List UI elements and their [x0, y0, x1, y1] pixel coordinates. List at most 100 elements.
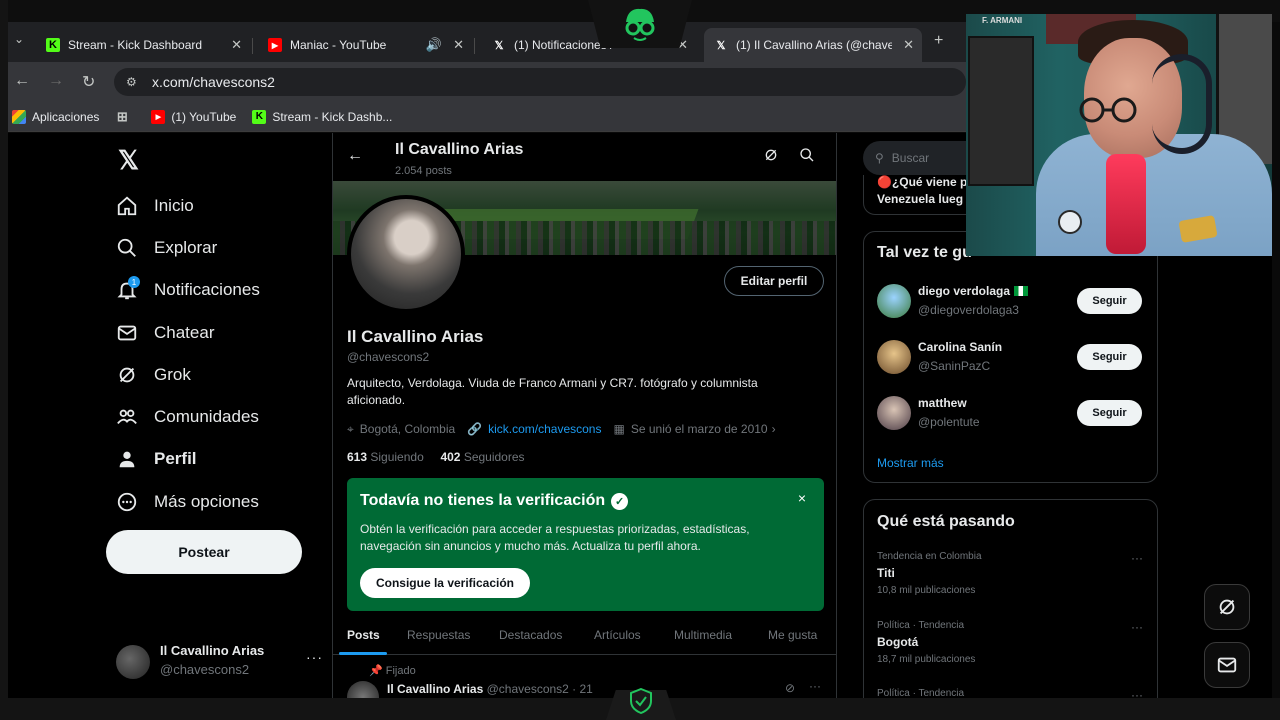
- url-input[interactable]: ⚙ x.com/chavescons2: [114, 68, 966, 96]
- bookmarks-bar: Aplicaciones ⊞ ▶ (1) YouTube K Stream - …: [8, 102, 966, 132]
- avatar: [116, 645, 150, 679]
- reload-icon[interactable]: ↻: [82, 72, 95, 92]
- shirt-badge: [1058, 210, 1082, 234]
- sidebar-item-mas-opciones[interactable]: Más opciones: [116, 487, 259, 517]
- follow-suggestion[interactable]: diego verdolaga @diegoverdolaga3 Seguir: [877, 282, 1147, 322]
- profile-header: ← Il Cavallino Arias 2.054 posts: [333, 133, 836, 181]
- account-more-icon[interactable]: ···: [306, 649, 323, 665]
- tab-posts[interactable]: Posts: [347, 628, 380, 642]
- close-tab-icon[interactable]: ✕: [453, 37, 464, 53]
- back-icon[interactable]: ←: [14, 72, 30, 90]
- close-tab-icon[interactable]: ✕: [903, 37, 914, 53]
- profile-avatar[interactable]: [347, 195, 465, 313]
- search-icon: ⚲: [875, 151, 884, 165]
- grok-icon[interactable]: [763, 147, 779, 167]
- tab-title: Maniac - YouTube: [290, 38, 387, 52]
- x-home-logo-icon[interactable]: 𝕏: [118, 145, 139, 176]
- sidebar-item-chatear[interactable]: Chatear: [116, 318, 214, 348]
- show-more-link[interactable]: Mostrar más: [877, 456, 944, 470]
- trend-more-icon[interactable]: ···: [1131, 688, 1143, 698]
- trend-more-icon[interactable]: ···: [1131, 620, 1143, 634]
- notification-badge: 1: [128, 276, 140, 288]
- sidebar-item-label: Comunidades: [154, 407, 259, 426]
- browser-tab-x-profile[interactable]: 𝕏 (1) Il Cavallino Arias (@chavescons ✕: [704, 28, 922, 62]
- post-more-icon[interactable]: ···: [809, 679, 821, 693]
- chevron-right-icon[interactable]: ›: [772, 422, 776, 436]
- profile-tabs: Posts Respuestas Destacados Artículos Mu…: [333, 617, 836, 655]
- youtube-icon: ▶: [151, 109, 166, 124]
- trend-item[interactable]: Tendencia en Colombia Titi 10,8 mil publ…: [877, 551, 1147, 596]
- communities-icon: [116, 406, 138, 428]
- browser-tab-youtube[interactable]: ▶ Maniac - YouTube 🔊 ✕: [258, 28, 472, 62]
- home-icon: [116, 195, 138, 217]
- address-bar-row: ← → ↻ ⚙ x.com/chavescons2: [8, 62, 966, 102]
- close-tab-icon[interactable]: ✕: [231, 37, 242, 53]
- speaker-icon[interactable]: 🔊: [426, 37, 442, 53]
- new-tab-button[interactable]: +: [934, 32, 943, 50]
- webcam-overlay: F. ARMANI: [966, 14, 1272, 256]
- followers-count: 402: [440, 450, 461, 464]
- sidebar-item-explorar[interactable]: Explorar: [116, 233, 217, 263]
- trend-more-icon[interactable]: ···: [1131, 551, 1143, 565]
- follow-suggestion[interactable]: matthew @polentute Seguir: [877, 394, 1147, 434]
- sidebar-item-notificaciones[interactable]: 1 Notificaciones: [116, 275, 260, 305]
- grok-icon[interactable]: ⊘: [785, 681, 795, 695]
- grid-icon: ⊞: [116, 108, 128, 124]
- bookmark-kick[interactable]: K Stream - Kick Dashb...: [252, 109, 392, 124]
- sidebar-item-perfil[interactable]: Perfil: [116, 444, 197, 474]
- back-arrow-icon[interactable]: ←: [347, 147, 363, 165]
- verification-card: Todavía no tienes la verificación ✓ × Ob…: [347, 478, 824, 611]
- edit-profile-button[interactable]: Editar perfil: [724, 266, 824, 296]
- tab-list-icon[interactable]: ⌄: [14, 32, 24, 46]
- bell-icon: 1: [116, 276, 140, 301]
- tab-respuestas[interactable]: Respuestas: [407, 628, 470, 642]
- account-switcher[interactable]: Il Cavallino Arias @chavescons2 ···: [116, 639, 326, 683]
- followers-link[interactable]: 402 Seguidores: [440, 450, 524, 464]
- follow-button[interactable]: Seguir: [1077, 344, 1142, 370]
- site-settings-icon[interactable]: ⚙: [126, 75, 140, 89]
- sidebar-item-inicio[interactable]: Inicio: [116, 191, 194, 221]
- pin-icon: 📌: [369, 665, 383, 677]
- profile-link[interactable]: 🔗 kick.com/chavescons: [467, 422, 601, 436]
- tab-articulos[interactable]: Artículos: [594, 628, 641, 642]
- bookmark-grid[interactable]: ⊞: [115, 108, 135, 124]
- bookmark-youtube[interactable]: ▶ (1) YouTube: [151, 109, 236, 124]
- trend-name: Bogotá: [877, 635, 919, 649]
- messages-floating-button[interactable]: [1204, 642, 1250, 688]
- tab-me-gusta[interactable]: Me gusta: [768, 628, 817, 642]
- browser-tab-kick[interactable]: K Stream - Kick Dashboard ✕: [36, 28, 250, 62]
- get-verified-button[interactable]: Consigue la verificación: [360, 568, 530, 598]
- tab-separator: [474, 38, 475, 54]
- follow-button[interactable]: Seguir: [1077, 288, 1142, 314]
- close-icon[interactable]: ×: [798, 490, 806, 506]
- grok-floating-button[interactable]: [1204, 584, 1250, 630]
- bookmark-apps[interactable]: Aplicaciones: [12, 109, 99, 124]
- search-icon[interactable]: [799, 147, 815, 167]
- news-line: Venezuela lueg: [877, 192, 964, 206]
- location-pin-icon: ⌖: [347, 421, 354, 436]
- sidebar-item-grok[interactable]: Grok: [116, 360, 191, 390]
- trend-item[interactable]: Política · Tendencia Bogotá 18,7 mil pub…: [877, 620, 1147, 665]
- header-post-count: 2.054 posts: [395, 165, 452, 177]
- tab-title: (1) Il Cavallino Arias (@chavescons: [736, 38, 892, 52]
- post-button[interactable]: Postear: [106, 530, 302, 574]
- trend-item[interactable]: Política · Tendencia ···: [877, 688, 1147, 698]
- news-line: 🔴¿Qué viene p: [877, 175, 968, 189]
- tab-destacados[interactable]: Destacados: [499, 628, 562, 642]
- avatar: [877, 340, 911, 374]
- profile-icon: [116, 448, 138, 470]
- follow-button[interactable]: Seguir: [1077, 400, 1142, 426]
- tab-multimedia[interactable]: Multimedia: [674, 628, 732, 642]
- account-handle: @chavescons2: [160, 662, 250, 677]
- sidebar-item-comunidades[interactable]: Comunidades: [116, 402, 259, 432]
- avatar[interactable]: [347, 681, 379, 698]
- following-link[interactable]: 613 Siguiendo: [347, 450, 424, 464]
- tab-title: Stream - Kick Dashboard: [68, 38, 203, 52]
- wall-label: F. ARMANI: [982, 16, 1023, 25]
- post-author-name[interactable]: Il Cavallino Arias: [387, 682, 483, 696]
- suggestion-name: Carolina Sanín: [918, 340, 1003, 354]
- forward-icon[interactable]: →: [48, 72, 64, 90]
- profile-link-text[interactable]: kick.com/chavescons: [488, 422, 601, 436]
- verified-check-icon: ✓: [611, 492, 629, 510]
- follow-suggestion[interactable]: Carolina Sanín @SaninPazC Seguir: [877, 338, 1147, 378]
